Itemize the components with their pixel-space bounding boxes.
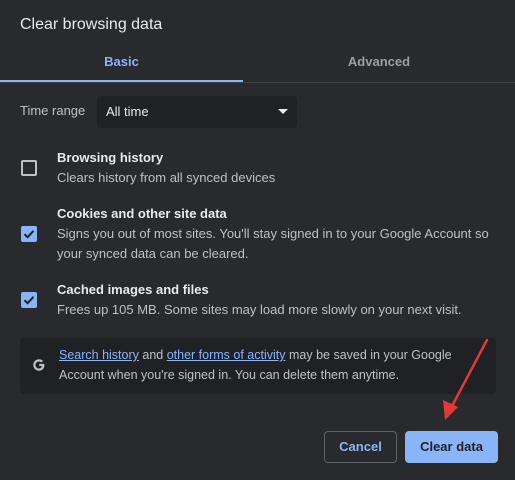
checkmark-icon (23, 230, 35, 239)
browsing-history-title: Browsing history (57, 150, 164, 165)
cached-images-desc: Frees up 105 MB. Some sites may load mor… (57, 302, 462, 317)
dropdown-arrow-icon (278, 109, 288, 114)
google-g-icon (33, 359, 45, 371)
tab-advanced[interactable]: Advanced (243, 44, 515, 82)
dialog-title: Clear browsing data (20, 16, 163, 33)
tab-bar: Basic Advanced (0, 44, 515, 83)
tab-basic[interactable]: Basic (0, 44, 243, 82)
cookies-checkbox[interactable] (21, 226, 37, 242)
google-account-info-box: Search history and other forms of activi… (20, 338, 496, 394)
clear-browsing-data-dialog: Clear browsing data Basic Advanced Time … (0, 0, 515, 480)
cookies-desc: Signs you out of most sites. You'll stay… (57, 226, 489, 261)
cookies-title: Cookies and other site data (57, 206, 227, 221)
cached-images-title: Cached images and files (57, 282, 209, 297)
checkmark-icon (23, 296, 35, 305)
browsing-history-desc: Clears history from all synced devices (57, 170, 276, 185)
clear-data-button[interactable]: Clear data (405, 431, 498, 463)
info-and-text: and (138, 348, 167, 362)
search-history-link[interactable]: Search history (59, 348, 139, 362)
cancel-button[interactable]: Cancel (324, 431, 397, 463)
browsing-history-checkbox[interactable] (21, 160, 37, 176)
other-activity-link[interactable]: other forms of activity (167, 348, 286, 362)
cached-images-checkbox[interactable] (21, 292, 37, 308)
time-range-label: Time range (20, 103, 86, 118)
time-range-select[interactable]: All time (97, 96, 297, 128)
info-text: Search history and other forms of activi… (59, 345, 489, 385)
time-range-value: All time (106, 104, 149, 119)
